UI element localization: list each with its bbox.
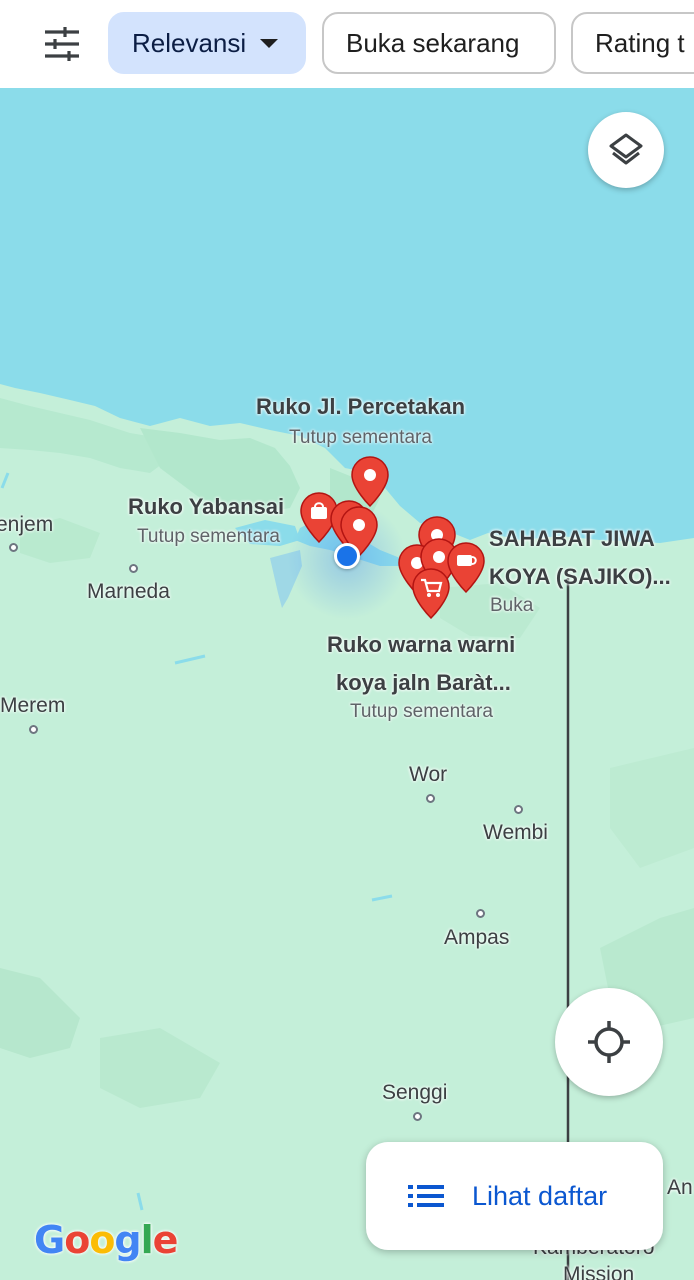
- place-label: Merem: [0, 694, 66, 717]
- layers-icon: [609, 133, 643, 165]
- place-label: Ampas: [444, 926, 510, 949]
- google-logo: Google: [34, 1218, 178, 1262]
- dropdown-caret-icon: [260, 38, 279, 48]
- town-marker: [514, 805, 523, 814]
- open-now-chip[interactable]: Buka sekarang: [322, 12, 556, 74]
- place-label: An: [667, 1176, 693, 1199]
- rating-chip[interactable]: Rating t: [571, 12, 694, 74]
- poi-title[interactable]: koya jaln Baràt...: [336, 664, 511, 701]
- place-label: Wor: [409, 763, 448, 786]
- place-label: Wembi: [483, 821, 548, 844]
- town-marker: [29, 725, 38, 734]
- layers-button[interactable]: [588, 112, 664, 188]
- poi-status: Tutup sementara: [137, 526, 280, 547]
- list-icon: [408, 1185, 444, 1207]
- poi-title[interactable]: Ruko warna warni: [327, 626, 515, 663]
- town-marker: [129, 564, 138, 573]
- poi-title[interactable]: Ruko Yabansai: [128, 488, 284, 525]
- town-marker: [476, 909, 485, 918]
- poi-status: Buka: [490, 595, 534, 616]
- relevance-sort-chip[interactable]: Relevansi: [108, 12, 306, 74]
- my-location-button[interactable]: [555, 988, 663, 1096]
- town-marker: [426, 794, 435, 803]
- place-label: Mission: [563, 1263, 635, 1280]
- poi-title[interactable]: SAHABAT JIWA: [489, 520, 655, 557]
- place-label: enjem: [0, 513, 54, 536]
- place-label: Marneda: [87, 580, 170, 603]
- town-marker: [9, 543, 18, 552]
- current-location-marker: [334, 543, 360, 569]
- coffee-cup-icon[interactable]: [447, 542, 485, 594]
- town-marker: [413, 1112, 422, 1121]
- poi-title[interactable]: KOYA (SAJIKO)...: [489, 558, 671, 595]
- view-list-button[interactable]: Lihat daftar: [366, 1142, 663, 1250]
- tune-icon[interactable]: [36, 22, 88, 66]
- poi-status: Tutup sementara: [289, 427, 432, 448]
- poi-status: Tutup sementara: [350, 701, 493, 722]
- poi-title[interactable]: Ruko Jl. Percetakan: [256, 388, 465, 425]
- my-location-icon: [588, 1021, 630, 1063]
- place-label: Senggi: [382, 1081, 448, 1104]
- view-list-label: Lihat daftar: [472, 1180, 608, 1211]
- rating-chip-label: Rating t: [595, 27, 685, 58]
- filter-toolbar: Relevansi Buka sekarang Rating t: [0, 0, 694, 88]
- open-now-chip-label: Buka sekarang: [346, 27, 520, 58]
- relevance-chip-label: Relevansi: [132, 27, 247, 58]
- shopping-cart-icon[interactable]: [412, 568, 450, 620]
